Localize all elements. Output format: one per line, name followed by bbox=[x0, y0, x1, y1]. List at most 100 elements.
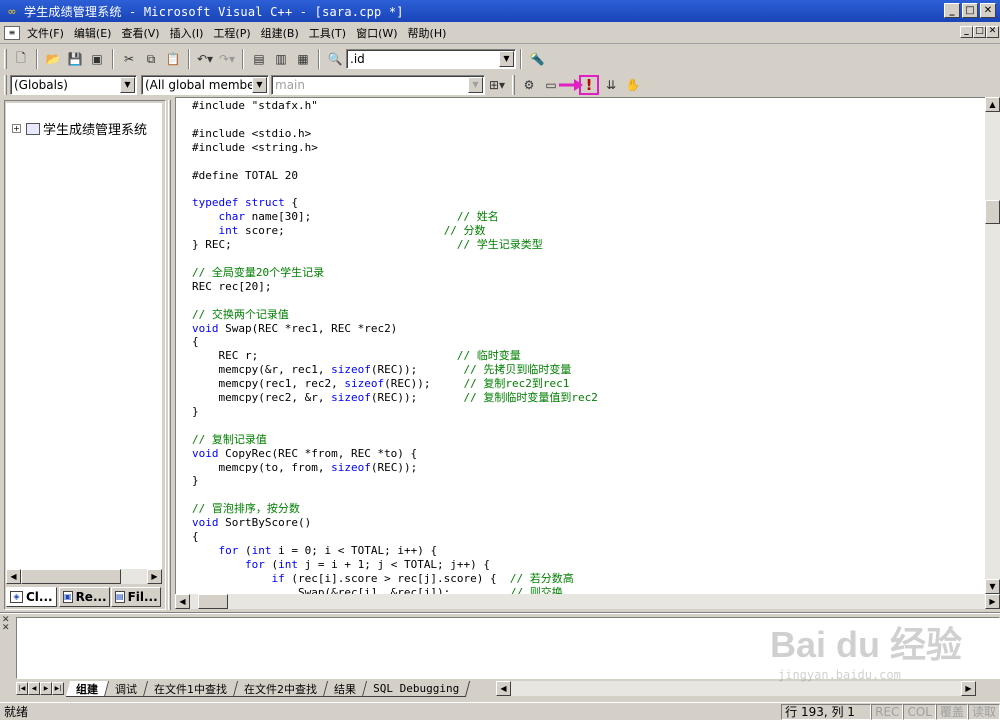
code-line[interactable]: #define TOTAL 20 bbox=[192, 169, 598, 183]
wizard-action-icon[interactable]: ⊞▾ bbox=[487, 75, 507, 95]
scroll-down-icon[interactable]: ▼ bbox=[985, 579, 1000, 594]
code-line[interactable]: char name[30]; // 姓名 bbox=[192, 210, 598, 224]
editor-vscrollbar[interactable]: ▲ ▼ bbox=[985, 97, 1000, 594]
code-line[interactable] bbox=[192, 113, 598, 127]
code-line[interactable]: { bbox=[192, 335, 598, 349]
doc-restore-button[interactable]: □ bbox=[973, 26, 986, 38]
chevron-down-icon[interactable]: ▼ bbox=[499, 51, 514, 67]
save-all-icon[interactable]: ▣ bbox=[87, 49, 107, 69]
chevron-down-icon[interactable]: ▼ bbox=[120, 77, 135, 93]
code-line[interactable] bbox=[192, 488, 598, 502]
chevron-down-icon[interactable]: ▼ bbox=[252, 77, 267, 93]
code-line[interactable]: memcpy(&r, rec1, sizeof(REC)); // 先拷贝到临时… bbox=[192, 363, 598, 377]
menu-insert[interactable]: 插入(I) bbox=[165, 25, 209, 41]
code-line[interactable]: REC r; // 临时变量 bbox=[192, 349, 598, 363]
close-icon[interactable]: ✕ ✕ bbox=[2, 616, 12, 636]
save-icon[interactable]: 💾 bbox=[65, 49, 85, 69]
menu-edit[interactable]: 编辑(E) bbox=[69, 25, 117, 41]
code-line[interactable] bbox=[192, 155, 598, 169]
scroll-left-icon[interactable]: ◀ bbox=[496, 681, 511, 696]
code-line[interactable]: } bbox=[192, 474, 598, 488]
code-line[interactable]: #include <string.h> bbox=[192, 141, 598, 155]
output-window-icon[interactable]: ▥ bbox=[271, 49, 291, 69]
tree-item-project[interactable]: + 学生成绩管理系统 bbox=[12, 119, 147, 138]
scroll-right-icon[interactable]: ▶ bbox=[147, 569, 162, 584]
code-line[interactable]: REC rec[20]; bbox=[192, 280, 598, 294]
tab-sql-debugging[interactable]: SQL Debugging bbox=[362, 680, 471, 697]
scroll-thumb[interactable] bbox=[985, 200, 1000, 224]
editor-hscrollbar[interactable]: ◀ ▶ bbox=[175, 594, 1000, 609]
code-line[interactable]: // 冒泡排序，按分数 bbox=[192, 502, 598, 516]
code-line[interactable]: #include <stdio.h> bbox=[192, 127, 598, 141]
new-file-icon[interactable]: 🗋 bbox=[11, 49, 31, 69]
code-line[interactable]: // 复制记录值 bbox=[192, 433, 598, 447]
menu-file[interactable]: 文件(F) bbox=[22, 25, 69, 41]
tab-find-in-files-1[interactable]: 在文件1中查找 bbox=[143, 680, 239, 697]
cut-icon[interactable]: ✂ bbox=[119, 49, 139, 69]
code-line[interactable]: { bbox=[192, 530, 598, 544]
compile-icon[interactable]: ⚙ bbox=[519, 75, 539, 95]
tab-resourceview[interactable]: ▣ Re... bbox=[59, 587, 110, 607]
minimize-button[interactable]: _ bbox=[944, 3, 960, 18]
tab-build[interactable]: 组建 bbox=[65, 680, 110, 697]
code-line[interactable] bbox=[192, 182, 598, 196]
code-line[interactable]: // 交换两个记录值 bbox=[192, 308, 598, 322]
splitter[interactable] bbox=[168, 100, 171, 610]
close-button[interactable]: ✕ bbox=[980, 3, 996, 18]
scope-combo[interactable]: (Globals) ▼ bbox=[10, 75, 137, 95]
copy-icon[interactable]: ⧉ bbox=[141, 49, 161, 69]
menu-project[interactable]: 工程(P) bbox=[208, 25, 255, 41]
window-list-icon[interactable]: ▦ bbox=[293, 49, 313, 69]
menu-view[interactable]: 查看(V) bbox=[116, 25, 164, 41]
scroll-thumb[interactable] bbox=[21, 569, 121, 584]
menu-help[interactable]: 帮助(H) bbox=[403, 25, 452, 41]
code-line[interactable]: void CopyRec(REC *from, REC *to) { bbox=[192, 447, 598, 461]
redo-icon[interactable]: ↷▾ bbox=[217, 49, 237, 69]
plus-icon[interactable]: + bbox=[12, 124, 21, 133]
code-line[interactable]: void SortByScore() bbox=[192, 516, 598, 530]
workspace-icon[interactable]: ▤ bbox=[249, 49, 269, 69]
undo-icon[interactable]: ↶▾ bbox=[195, 49, 215, 69]
tab-last-icon[interactable]: ▶| bbox=[52, 682, 64, 695]
find-in-files-icon[interactable]: 🔍 bbox=[325, 49, 345, 69]
tab-next-icon[interactable]: ▶ bbox=[40, 682, 52, 695]
source-code[interactable]: #include "stdafx.h" #include <stdio.h> #i… bbox=[192, 99, 598, 600]
scroll-right-icon[interactable]: ▶ bbox=[985, 594, 1000, 609]
go-icon[interactable]: ⇊ bbox=[601, 75, 621, 95]
code-line[interactable]: } bbox=[192, 405, 598, 419]
tab-find-in-files-2[interactable]: 在文件2中查找 bbox=[233, 680, 329, 697]
code-line[interactable]: memcpy(rec1, rec2, sizeof(REC)); // 复制re… bbox=[192, 377, 598, 391]
maximize-button[interactable]: □ bbox=[962, 3, 978, 18]
function-combo[interactable]: main ▼ bbox=[271, 75, 485, 95]
code-line[interactable]: int score; // 分数 bbox=[192, 224, 598, 238]
paste-icon[interactable]: 📋 bbox=[163, 49, 183, 69]
doc-minimize-button[interactable]: _ bbox=[960, 26, 973, 38]
code-line[interactable]: if (rec[i].score > rec[j].score) { // 若分… bbox=[192, 572, 598, 586]
code-line[interactable] bbox=[192, 419, 598, 433]
menu-tools[interactable]: 工具(T) bbox=[304, 25, 351, 41]
code-line[interactable]: memcpy(to, from, sizeof(REC)); bbox=[192, 461, 598, 475]
splitter[interactable] bbox=[0, 612, 1000, 614]
code-line[interactable]: void Swap(REC *rec1, REC *rec2) bbox=[192, 322, 598, 336]
execute-button[interactable]: ! bbox=[579, 75, 599, 95]
code-line[interactable]: } REC; // 学生记录类型 bbox=[192, 238, 598, 252]
code-editor[interactable]: #include "stdafx.h" #include <stdio.h> #i… bbox=[175, 97, 1000, 599]
code-line[interactable]: for (int j = i + 1; j < TOTAL; j++) { bbox=[192, 558, 598, 572]
search-icon[interactable]: 🔦 bbox=[527, 49, 547, 69]
output-area[interactable] bbox=[16, 617, 1000, 679]
code-line[interactable]: #include "stdafx.h" bbox=[192, 99, 598, 113]
tab-debug[interactable]: 调试 bbox=[104, 680, 149, 697]
tab-classview[interactable]: ◈ Cl... bbox=[6, 587, 57, 607]
scroll-right-icon[interactable]: ▶ bbox=[961, 681, 976, 696]
tab-first-icon[interactable]: |◀ bbox=[16, 682, 28, 695]
doc-close-button[interactable]: ✕ bbox=[986, 26, 999, 38]
scroll-left-icon[interactable]: ◀ bbox=[175, 594, 190, 609]
code-line[interactable]: typedef struct { bbox=[192, 196, 598, 210]
menu-window[interactable]: 窗口(W) bbox=[351, 25, 402, 41]
code-line[interactable]: memcpy(rec2, &r, sizeof(REC)); // 复制临时变量… bbox=[192, 391, 597, 405]
breakpoint-hand-icon[interactable]: ✋ bbox=[623, 75, 643, 95]
tab-results[interactable]: 结果 bbox=[323, 680, 368, 697]
tab-fileview[interactable]: ▤ Fil... bbox=[111, 587, 161, 607]
chevron-down-icon[interactable]: ▼ bbox=[468, 77, 483, 93]
tab-prev-icon[interactable]: ◀ bbox=[28, 682, 40, 695]
